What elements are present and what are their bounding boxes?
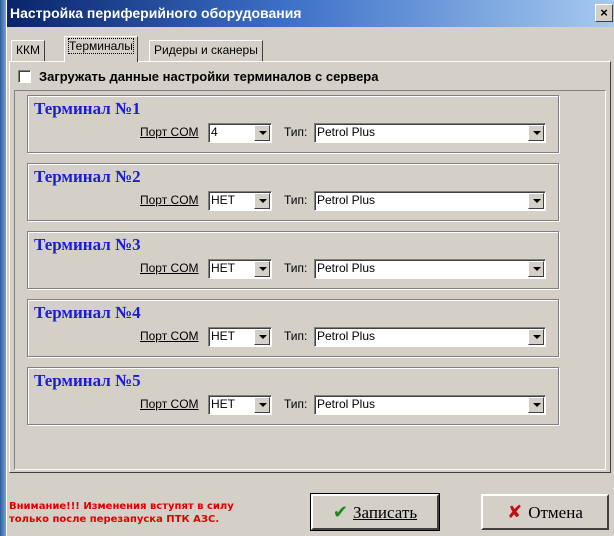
restart-warning: Внимание!!! Изменения вступят в силу тол…	[9, 500, 309, 526]
tab-readers-scanners-label: Ридеры и сканеры	[154, 43, 258, 57]
load-from-server-label: Загружать данные настройки терминалов с …	[39, 68, 379, 84]
port-com-label: Порт COM	[140, 125, 199, 139]
cancel-button-label: Отмена	[528, 502, 583, 522]
port-com-select[interactable]: 4	[208, 123, 272, 143]
port-com-select[interactable]: НЕТ	[208, 259, 272, 279]
terminal-title: Терминал №3	[34, 235, 141, 254]
terminal-title: Терминал №4	[34, 303, 141, 322]
type-select[interactable]: Petrol Plus	[314, 395, 546, 415]
warning-line-2: только после перезапуска ПТК АЗС.	[9, 514, 220, 525]
tab-kkm[interactable]: ККМ	[11, 40, 45, 61]
port-com-label: Порт COM	[140, 329, 199, 343]
load-from-server-checkbox[interactable]: Загружать данные настройки терминалов с …	[18, 68, 378, 84]
chevron-down-icon[interactable]	[528, 125, 544, 141]
x-icon: ✘	[507, 501, 523, 523]
type-select[interactable]: Petrol Plus	[314, 123, 546, 143]
type-label: Тип:	[284, 125, 308, 139]
chevron-down-icon[interactable]	[254, 329, 270, 345]
close-button[interactable]: ×	[595, 4, 613, 22]
port-com-value: НЕТ	[211, 261, 235, 275]
type-select[interactable]: Petrol Plus	[314, 259, 546, 279]
port-com-select[interactable]: НЕТ	[208, 191, 272, 211]
port-com-select[interactable]: НЕТ	[208, 395, 272, 415]
chevron-down-icon[interactable]	[254, 193, 270, 209]
type-value: Petrol Plus	[317, 261, 376, 275]
tab-kkm-label: ККМ	[16, 43, 40, 57]
tab-terminals[interactable]: Терминалы	[64, 36, 138, 62]
type-select[interactable]: Petrol Plus	[314, 191, 546, 211]
peripheral-settings-dialog: Настройка периферийного оборудования × К…	[6, 0, 614, 536]
port-com-value: НЕТ	[211, 329, 235, 343]
terminal-group-3: Терминал №3 Порт COM НЕТ Тип: Petrol Plu…	[27, 231, 559, 289]
type-label: Тип:	[284, 397, 308, 411]
cancel-button[interactable]: ✘ Отмена	[481, 494, 609, 530]
tab-strip: ККМ Терминалы Ридеры и сканеры	[7, 36, 614, 62]
port-com-value: НЕТ	[211, 397, 235, 411]
close-icon: ×	[600, 5, 608, 20]
type-value: Petrol Plus	[317, 397, 376, 411]
window-title: Настройка периферийного оборудования	[10, 5, 302, 21]
terminal-title: Терминал №2	[34, 167, 141, 186]
chevron-down-icon[interactable]	[254, 125, 270, 141]
chevron-down-icon[interactable]	[528, 397, 544, 413]
check-icon: ✔	[332, 501, 348, 523]
chevron-down-icon[interactable]	[528, 193, 544, 209]
port-com-label: Порт COM	[140, 397, 199, 411]
terminals-tab-panel: Загружать данные настройки терминалов с …	[9, 61, 611, 473]
chevron-down-icon[interactable]	[254, 261, 270, 277]
terminal-group-4: Терминал №4 Порт COM НЕТ Тип: Petrol Plu…	[27, 299, 559, 357]
terminal-group-5: Терминал №5 Порт COM НЕТ Тип: Petrol Plu…	[27, 367, 559, 425]
port-com-label: Порт COM	[140, 193, 199, 207]
type-value: Petrol Plus	[317, 193, 376, 207]
chevron-down-icon[interactable]	[528, 261, 544, 277]
tab-terminals-label: Терминалы	[68, 38, 134, 54]
terminal-group-2: Терминал №2 Порт COM НЕТ Тип: Petrol Plu…	[27, 163, 559, 221]
warning-line-1: Внимание!!! Изменения вступят в силу	[9, 501, 234, 512]
port-com-value: 4	[211, 125, 218, 139]
port-com-label: Порт COM	[140, 261, 199, 275]
tab-readers-scanners[interactable]: Ридеры и сканеры	[149, 40, 263, 61]
type-value: Petrol Plus	[317, 329, 376, 343]
port-com-value: НЕТ	[211, 193, 235, 207]
port-com-select[interactable]: НЕТ	[208, 327, 272, 347]
checkbox-box[interactable]	[18, 69, 31, 83]
type-select[interactable]: Petrol Plus	[314, 327, 546, 347]
terminal-group-1: Терминал №1 Порт COM 4 Тип: Petrol Plus	[27, 95, 559, 153]
type-label: Тип:	[284, 193, 308, 207]
terminal-title: Терминал №1	[34, 99, 141, 118]
type-label: Тип:	[284, 261, 308, 275]
save-button[interactable]: ✔ Записать	[310, 493, 440, 531]
terminals-frame: Терминал №1 Порт COM 4 Тип: Petrol Plus …	[14, 90, 606, 470]
chevron-down-icon[interactable]	[254, 397, 270, 413]
terminal-title: Терминал №5	[34, 371, 141, 390]
chevron-down-icon[interactable]	[528, 329, 544, 345]
type-value: Petrol Plus	[317, 125, 376, 139]
title-bar[interactable]: Настройка периферийного оборудования ×	[7, 0, 614, 27]
save-button-label: Записать	[353, 502, 418, 522]
type-label: Тип:	[284, 329, 308, 343]
